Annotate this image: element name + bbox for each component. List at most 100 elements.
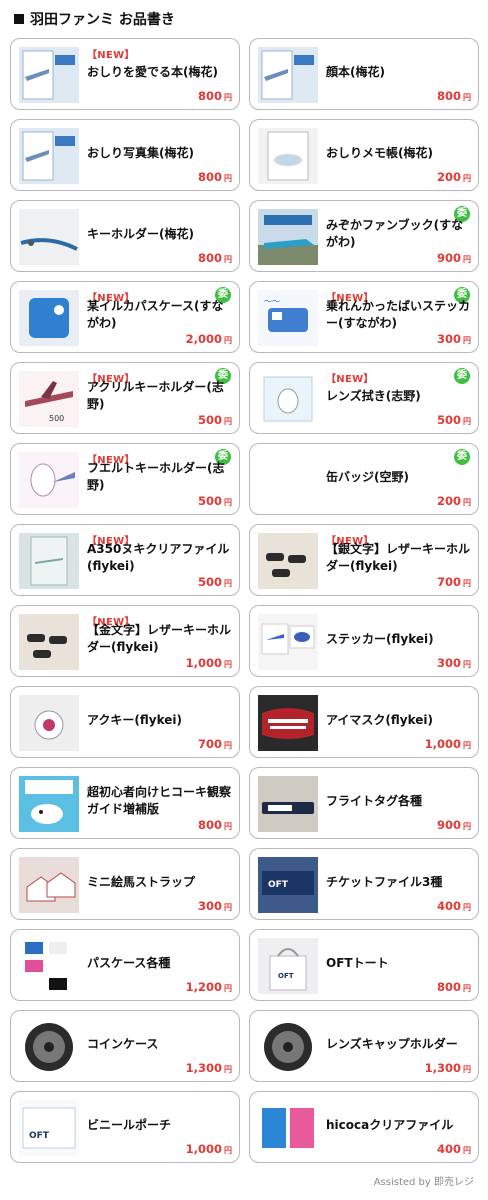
product-price: 800 円 — [198, 818, 232, 832]
product-price: 300 円 — [198, 899, 232, 913]
product-card[interactable]: 【NEW】 A350ヌキクリアファイル(flykei) 500 円 — [10, 524, 240, 596]
product-card[interactable]: おしりメモ帳(梅花) 200 円 — [249, 119, 479, 191]
product-name: キーホルダー(梅花) — [87, 226, 194, 241]
price-value: 800 — [197, 251, 222, 265]
product-thumbnail: ～～ — [258, 290, 318, 346]
product-card[interactable]: 【NEW】 【金文字】レザーキーホルダー(flykei) 1,000 円 — [10, 605, 240, 677]
product-name: 【銀文字】レザーキーホルダー(flykei) — [326, 542, 471, 573]
yen-suffix: 円 — [224, 1065, 232, 1074]
product-card[interactable]: 500 【NEW】委アクリルキーホルダー(志野) 500 円 — [10, 362, 240, 434]
svg-text:OFT: OFT — [29, 1131, 50, 1141]
product-name: みぞかファンブック(すながわ) — [326, 218, 464, 249]
product-price: 500 円 — [198, 575, 232, 589]
product-price: 900 円 — [437, 251, 471, 265]
price-value: 2,000 — [185, 332, 222, 346]
product-name: アクキー(flykei) — [87, 712, 182, 727]
product-card[interactable]: ～～ 【NEW】委乗れんかったばいステッカー(すながわ) 300 円 — [249, 281, 479, 353]
product-card[interactable]: OFT OFTトート 800 円 — [249, 929, 479, 1001]
product-thumbnail — [258, 695, 318, 751]
product-card[interactable]: 委缶バッジ(空野) 200 円 — [249, 443, 479, 515]
product-card[interactable]: 【NEW】委フエルトキーホルダー(志野) 500 円 — [10, 443, 240, 515]
product-price: 500 円 — [198, 494, 232, 508]
product-price: 800 円 — [437, 89, 471, 103]
product-price: 800 円 — [198, 89, 232, 103]
product-card[interactable]: 【NEW】委レンズ拭き(志野) 500 円 — [249, 362, 479, 434]
product-thumbnail — [258, 128, 318, 184]
svg-text:OFT: OFT — [278, 972, 294, 980]
product-card[interactable]: 【NEW】 おしりを愛でる本(梅花) 800 円 — [10, 38, 240, 110]
product-thumbnail — [19, 776, 79, 832]
yen-suffix: 円 — [224, 903, 232, 912]
product-card[interactable]: パスケース各種 1,200 円 — [10, 929, 240, 1001]
product-card[interactable]: 委みぞかファンブック(すながわ) 900 円 — [249, 200, 479, 272]
product-name: レンズキャップホルダー — [326, 1036, 458, 1051]
price-value: 800 — [436, 89, 461, 103]
product-name: ミニ絵馬ストラップ — [87, 874, 196, 889]
price-value: 500 — [197, 413, 222, 427]
price-value: 300 — [436, 332, 461, 346]
product-name: おしりメモ帳(梅花) — [326, 145, 433, 160]
product-card[interactable]: ミニ絵馬ストラップ 300 円 — [10, 848, 240, 920]
product-card[interactable]: おしり写真集(梅花) 800 円 — [10, 119, 240, 191]
price-value: 800 — [197, 818, 222, 832]
price-value: 800 — [197, 89, 222, 103]
product-name: アイマスク(flykei) — [326, 712, 433, 727]
product-thumbnail — [258, 533, 318, 589]
price-value: 1,300 — [185, 1061, 222, 1075]
product-card[interactable]: 超初心者向けヒコーキ観察ガイド増補版 800 円 — [10, 767, 240, 839]
product-card[interactable]: 【NEW】委某イルカパスケース(すながわ) 2,000 円 — [10, 281, 240, 353]
product-thumbnail: OFT — [19, 1100, 79, 1156]
product-card[interactable]: ステッカー(flykei) 300 円 — [249, 605, 479, 677]
product-price: 1,300 円 — [425, 1061, 471, 1075]
product-card[interactable]: レンズキャップホルダー 1,300 円 — [249, 1010, 479, 1082]
yen-suffix: 円 — [463, 174, 471, 183]
product-thumbnail — [19, 533, 79, 589]
price-value: 700 — [436, 575, 461, 589]
product-price: 500 円 — [437, 413, 471, 427]
product-price: 2,000 円 — [186, 332, 232, 346]
product-card[interactable]: アイマスク(flykei) 1,000 円 — [249, 686, 479, 758]
footer-credit: Assisted by 即売レジ — [373, 1177, 474, 1188]
product-card[interactable]: 顔本(梅花) 800 円 — [249, 38, 479, 110]
product-price: 800 円 — [198, 251, 232, 265]
product-name: おしりを愛でる本(梅花) — [87, 64, 218, 79]
product-card[interactable]: hicocaクリアファイル 400 円 — [249, 1091, 479, 1163]
price-value: 300 — [197, 899, 222, 913]
product-thumbnail: 500 — [19, 371, 79, 427]
yen-suffix: 円 — [463, 255, 471, 264]
product-thumbnail: OFT — [258, 938, 318, 994]
product-name: 超初心者向けヒコーキ観察ガイド増補版 — [87, 785, 232, 816]
product-name: ビニールポーチ — [87, 1117, 172, 1132]
product-name: 缶バッジ(空野) — [326, 469, 409, 484]
page-header: 羽田ファンミ お品書き — [14, 8, 175, 30]
yen-suffix: 円 — [224, 93, 232, 102]
yen-suffix: 円 — [463, 741, 471, 750]
yen-suffix: 円 — [224, 417, 232, 426]
yen-suffix: 円 — [463, 336, 471, 345]
price-value: 800 — [436, 980, 461, 994]
yen-suffix: 円 — [224, 255, 232, 264]
product-price: 1,300 円 — [186, 1061, 232, 1075]
product-card[interactable]: OFT ビニールポーチ 1,000 円 — [10, 1091, 240, 1163]
product-card[interactable]: コインケース 1,300 円 — [10, 1010, 240, 1082]
product-thumbnail — [19, 452, 79, 508]
product-name: 乗れんかったばいステッカー(すながわ) — [326, 299, 471, 330]
price-value: 500 — [197, 494, 222, 508]
yen-suffix: 円 — [463, 579, 471, 588]
product-card[interactable]: フライトタグ各種 900 円 — [249, 767, 479, 839]
product-price: 300 円 — [437, 332, 471, 346]
product-price: 700 円 — [198, 737, 232, 751]
product-price: 1,000 円 — [425, 737, 471, 751]
product-thumbnail — [258, 371, 318, 427]
product-card[interactable]: OFT チケットファイル3種 400 円 — [249, 848, 479, 920]
product-name: ステッカー(flykei) — [326, 631, 434, 646]
product-name: フエルトキーホルダー(志野) — [87, 461, 225, 492]
price-value: 900 — [436, 251, 461, 265]
product-price: 400 円 — [437, 1142, 471, 1156]
product-thumbnail — [19, 47, 79, 103]
product-card[interactable]: キーホルダー(梅花) 800 円 — [10, 200, 240, 272]
product-card[interactable]: 【NEW】 【銀文字】レザーキーホルダー(flykei) 700 円 — [249, 524, 479, 596]
product-card[interactable]: アクキー(flykei) 700 円 — [10, 686, 240, 758]
product-name: レンズ拭き(志野) — [326, 388, 421, 403]
product-thumbnail — [258, 614, 318, 670]
